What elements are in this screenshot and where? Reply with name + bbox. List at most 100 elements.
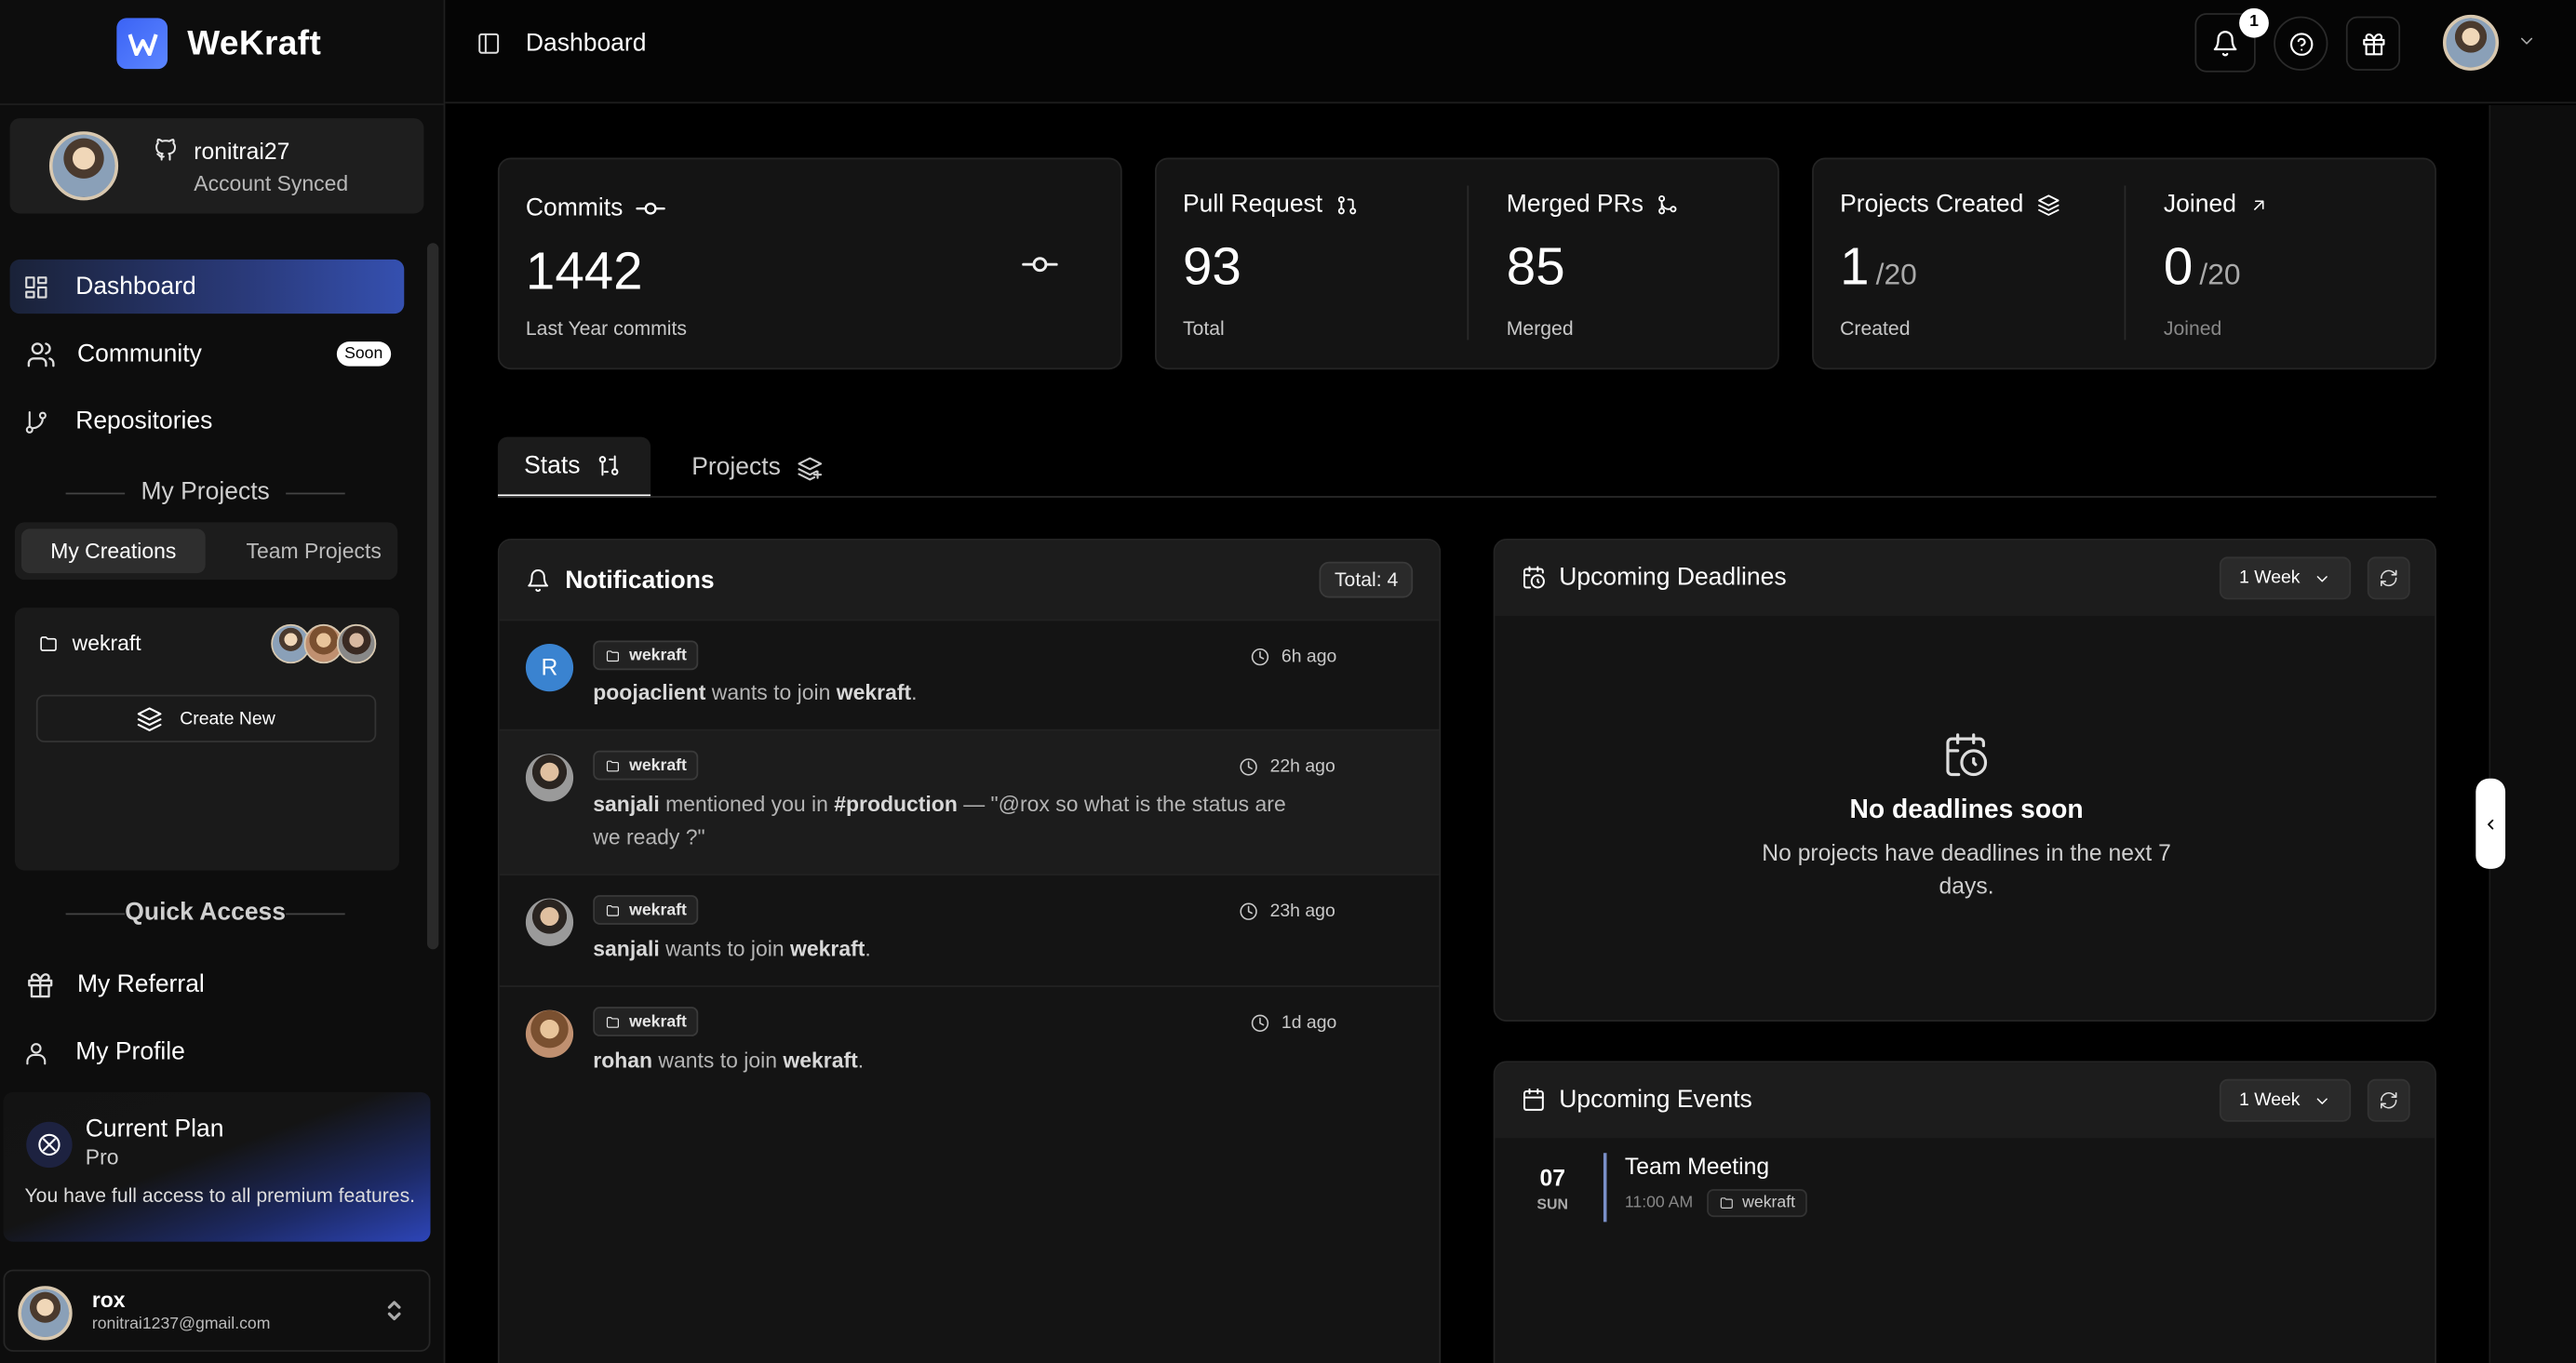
notification-target: #production [834,791,958,817]
notifications-title: Notifications [565,566,715,595]
folder-icon [38,634,60,653]
merged-prs-label-row: Merged PRs [1507,191,1680,219]
arrow-up-right-icon [2249,194,2269,214]
git-branch-icon [23,408,56,434]
github-icon [154,137,179,163]
user-menu[interactable]: rox ronitrai1237@gmail.com [3,1269,431,1352]
sidebar-item-my-referral[interactable]: My Referral [10,957,405,1011]
notification-time: 6h ago [1250,648,1336,667]
merged-prs-value: 85 [1506,236,1565,296]
notification-item[interactable]: wekraft 23h ago sanjali wants to join we… [499,874,1440,985]
help-button[interactable] [2274,16,2328,71]
sidebar-item-my-profile[interactable]: My Profile [10,1025,405,1079]
tab-my-creations[interactable]: My Creations [20,528,206,574]
dashboard-grid-icon [23,274,56,300]
git-pull-request-icon [1335,193,1359,216]
rail-collapse-button[interactable] [2475,778,2506,869]
tab-stats[interactable]: Stats [497,436,651,498]
sidebar-item-repositories[interactable]: Repositories [10,394,405,448]
event-divider [1603,1153,1607,1223]
profile-avatar[interactable] [2443,14,2500,71]
avatar [525,898,574,946]
avatar: R [525,643,574,692]
notification-item[interactable]: wekraft 22h ago sanjali mentioned you in… [499,728,1440,875]
sidebar-item-community[interactable]: Community Soon [10,327,405,381]
deadlines-range-select[interactable]: 1 Week [2219,556,2352,600]
tab-team-projects[interactable]: Team Projects [221,528,406,573]
time-label: 22h ago [1269,756,1335,777]
account-username: ronitrai27 [194,138,290,165]
projects-created-sub: Created [1840,316,1911,341]
event-weekday: SUN [1536,1196,1568,1212]
notification-actor: poojaclient [593,679,706,705]
notification-item[interactable]: wekraft 1d ago rohan wants to join wekra… [499,985,1440,1097]
user-name: rox [91,1287,126,1313]
projects-created-label: Projects Created [1840,190,2024,219]
sidebar-toggle-icon[interactable] [476,32,501,56]
tab-projects[interactable]: Projects [665,437,850,498]
folder-icon [1718,1196,1735,1210]
notifications-total-badge: Total: 4 [1320,561,1414,598]
notification-tail: . [865,936,871,961]
account-card[interactable]: ronitrai27 Account Synced [9,118,424,214]
projects-created-value: 1 [1840,236,1870,296]
merged-prs-sub: Merged [1506,316,1574,341]
project-chip-label: wekraft [1742,1194,1796,1212]
calendar-clock-icon [1942,731,1990,779]
create-new-button[interactable]: Create New [35,694,377,742]
events-refresh-button[interactable] [2367,1078,2410,1122]
upcoming-deadlines-panel: Upcoming Deadlines 1 Week No deadlines s… [1493,539,2436,1022]
sidebar-item-dashboard[interactable]: Dashboard [9,259,405,314]
sidebar-scrollbar[interactable] [426,243,439,950]
events-range-select[interactable]: 1 Week [2219,1078,2352,1122]
git-commit-icon [636,198,666,218]
range-label: 1 Week [2239,1090,2301,1111]
tabs-underline [497,496,2436,498]
plan-description: You have full access to all premium feat… [24,1183,416,1208]
sidebar: WeKraft ronitrai27 Account Synced Dashbo… [0,0,446,1363]
clock-icon [1239,902,1258,921]
pull-request-sub: Total [1183,316,1225,341]
time-label: 1d ago [1281,1013,1337,1034]
project-item-wekraft[interactable]: wekraft [38,631,141,655]
event-time: 11:00 AM [1624,1194,1694,1212]
folder-icon [605,758,622,773]
chevron-down-icon[interactable] [2516,32,2536,51]
project-chip: wekraft [1706,1189,1807,1218]
tab-label: Stats [524,451,581,480]
wekraft-logo-icon [116,18,168,70]
deadlines-title-row: Upcoming Deadlines [1522,563,1787,592]
project-chip: wekraft [593,640,699,671]
folder-icon [605,1014,622,1029]
notification-target: wekraft [836,679,912,705]
chevron-down-icon [2314,1091,2331,1109]
notifications-header: Notifications Total: 4 [499,540,1440,620]
notification-tail: . [911,679,918,705]
page-title: Dashboard [525,29,647,58]
gift-icon [2360,31,2386,57]
projects-segmented-control: My Creations Team Projects [14,522,398,581]
events-title: Upcoming Events [1559,1085,1752,1114]
time-label: 23h ago [1269,902,1335,922]
brand-name: WeKraft [187,23,322,62]
notification-item[interactable]: R wekraft 6h ago poojaclient wants to jo… [499,619,1440,729]
gift-button[interactable] [2345,16,2401,71]
deadlines-refresh-button[interactable] [2367,556,2410,600]
my-projects-title: My Projects [33,478,378,506]
current-plan-card[interactable]: Current Plan Pro You have full access to… [3,1091,431,1242]
plan-title: Current Plan [85,1115,224,1143]
notification-tail: . [857,1048,865,1073]
notification-text: mentioned you in [659,791,835,817]
plan-icon [26,1121,73,1169]
brand[interactable]: WeKraft [116,18,322,70]
notification-message: rohan wants to join wekraft. [593,1045,1316,1077]
user-email: ronitrai1237@gmail.com [91,1316,271,1334]
sidebar-item-label: Community [76,340,202,368]
notification-time: 22h ago [1239,757,1335,777]
folder-icon [605,902,622,917]
notifications-button[interactable]: 1 [2194,7,2269,73]
refresh-icon [2379,568,2398,588]
notification-text: wants to join [705,679,837,705]
project-chip: wekraft [593,1007,699,1036]
projects-created-max: /20 [1875,258,1917,291]
